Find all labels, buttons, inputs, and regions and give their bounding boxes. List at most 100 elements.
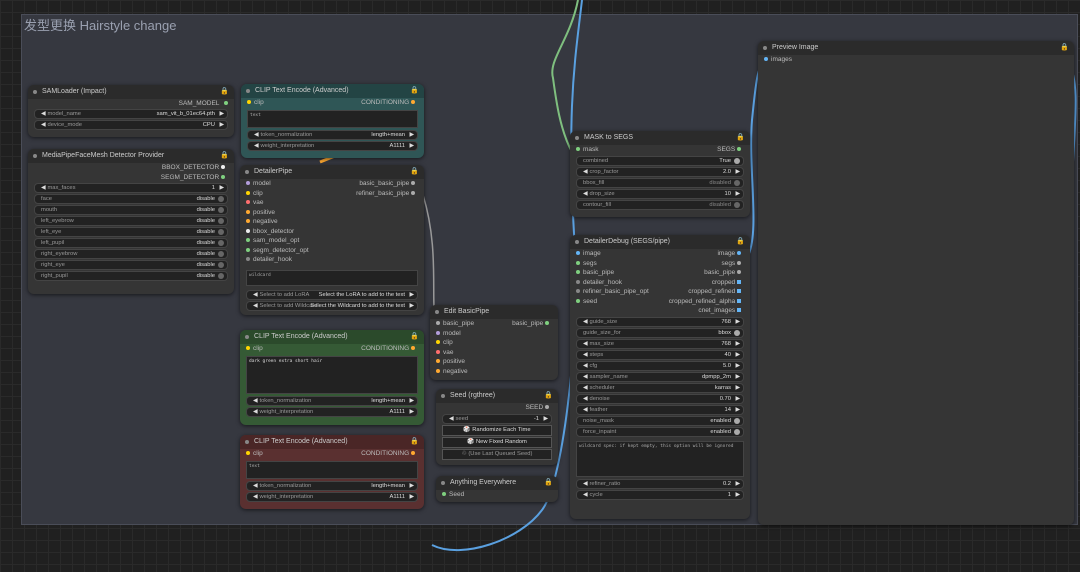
guide-size-stepper[interactable]: ◀ guide_size 768 ▶ [576, 316, 744, 327]
weight-interpretation-combo[interactable]: ◀ weight_interpretation A1111 ▶ [247, 140, 418, 151]
toggle-left-pupil[interactable]: left_pupil disable [34, 238, 228, 248]
negative-socket-icon[interactable] [436, 368, 440, 373]
wildcard-select[interactable]: ◀ Select to add Wildcard Select the Wildca… [246, 300, 418, 311]
clip1-header[interactable]: CLIP Text Encode (Advanced) 🔒 [241, 84, 424, 98]
samloader-header[interactable]: SAMLoader (Impact) 🔒 [28, 85, 234, 99]
output-socket-icon[interactable] [545, 405, 549, 410]
seed-socket-icon[interactable] [442, 492, 446, 497]
combined-toggle[interactable]: combined True [576, 155, 744, 166]
prompt-textarea[interactable]: text [246, 460, 418, 479]
seed-node[interactable]: Seed (rgthree) 🔒 SEED ◀ seed -1 ▶ 🎲 Randomiz… [436, 389, 558, 465]
weight-interpretation-combo[interactable]: ◀ weight_interpretation A1111 ▶ [246, 406, 418, 417]
token-normalization-combo[interactable]: ◀ token_normalization length+mean ▶ [246, 395, 418, 406]
masktosegs-header[interactable]: MASK to SEGS 🔒 [570, 131, 750, 145]
cycle-stepper[interactable]: ◀ cycle 1 ▶ [576, 489, 744, 500]
output-socket-icon[interactable] [411, 451, 415, 456]
clip3-header[interactable]: CLIP Text Encode (Advanced) 🔒 [240, 435, 424, 449]
toggle-face[interactable]: face disable [34, 194, 228, 204]
scheduler-combo[interactable]: ◀ scheduler karras ▶ [576, 382, 744, 393]
segm-socket-icon[interactable] [246, 247, 250, 252]
max-size-stepper[interactable]: ◀ max_size 768 ▶ [576, 338, 744, 349]
wildcard-textarea[interactable]: wildcard [246, 269, 418, 286]
output-socket-icon[interactable] [737, 147, 741, 152]
prompt-textarea[interactable]: text [247, 109, 418, 128]
preview-image-node[interactable]: Preview Image 🔒 images [758, 41, 1074, 525]
detailerpipe-node[interactable]: DetailerPipe 🔒 model basic_basic_pipe clip… [240, 165, 424, 315]
clip-encode-node-2[interactable]: CLIP Text Encode (Advanced) 🔒 clip CONDITI… [240, 330, 424, 425]
output-socket-icon[interactable] [411, 190, 415, 195]
cfg-stepper[interactable]: ◀ cfg 5.0 ▶ [576, 360, 744, 371]
wildcard-spec-textarea[interactable]: wildcard spec: if kept empty, this optio… [576, 440, 744, 477]
contour-fill-toggle[interactable]: contour_fill disabled [576, 199, 744, 210]
lora-select[interactable]: ◀ Select to add LoRA Select the LoRA to ad… [246, 289, 418, 300]
drop-size-stepper[interactable]: ◀ drop_size 10 ▶ [576, 188, 744, 199]
output-socket-icon[interactable] [224, 101, 228, 106]
positive-socket-icon[interactable] [436, 359, 440, 364]
max-faces-stepper[interactable]: ◀ max_faces 1 ▶ [34, 183, 228, 193]
last-queued-seed-button[interactable]: ♲ (Use Last Queued Seed) [442, 448, 552, 460]
steps-stepper[interactable]: ◀ steps 40 ▶ [576, 349, 744, 360]
segs-socket-icon[interactable] [576, 260, 580, 265]
edit-basicpipe-node[interactable]: Edit BasicPipe basic_pipe basic_pipe mode… [430, 305, 558, 380]
output-socket-icon[interactable] [411, 100, 415, 105]
clip2-header[interactable]: CLIP Text Encode (Advanced) 🔒 [240, 330, 424, 344]
mask-socket-icon[interactable] [576, 147, 580, 152]
output-socket-icon[interactable] [545, 321, 549, 326]
output-socket-icon[interactable] [411, 181, 415, 186]
detailerdebug-header[interactable]: DetailerDebug (SEGS/pipe) 🔒 [570, 235, 750, 249]
detailerpipe-header[interactable]: DetailerPipe 🔒 [240, 165, 424, 179]
toggle-mouth[interactable]: mouth disable [34, 205, 228, 215]
output-socket-icon[interactable] [737, 270, 741, 275]
clip-socket-icon[interactable] [246, 190, 250, 195]
force-inpaint-toggle[interactable]: force_inpaint enabled [576, 426, 744, 437]
randomize-button[interactable]: 🎲 Randomize Each Time [442, 424, 552, 436]
toggle-right-eye[interactable]: right_eye disable [34, 260, 228, 270]
output-socket-icon[interactable] [737, 251, 741, 256]
mediapipe-node[interactable]: MediaPipeFaceMesh Detector Provider 🔒 BBO… [28, 149, 234, 294]
refiner-ratio-stepper[interactable]: ◀ refiner_ratio 0.2 ▶ [576, 478, 744, 489]
feather-stepper[interactable]: ◀ feather 14 ▶ [576, 404, 744, 415]
guide-size-for-toggle[interactable]: guide_size_for bbox [576, 327, 744, 338]
vae-socket-icon[interactable] [436, 349, 440, 354]
toggle-right-eyebrow[interactable]: right_eyebrow disable [34, 249, 228, 259]
samloader-node[interactable]: SAMLoader (Impact) 🔒 SAM_MODEL ◀ model_nam… [28, 85, 234, 137]
token-normalization-combo[interactable]: ◀ token_normalization length+mean ▶ [247, 129, 418, 140]
crop-factor-stepper[interactable]: ◀ crop_factor 2.0 ▶ [576, 166, 744, 177]
images-socket-icon[interactable] [764, 57, 768, 62]
clip-socket-icon[interactable] [436, 340, 440, 345]
sampler-name-combo[interactable]: ◀ sampler_name dpmpp_2m ▶ [576, 371, 744, 382]
token-normalization-combo[interactable]: ◀ token_normalization length+mean ▶ [246, 480, 418, 491]
denoise-stepper[interactable]: ◀ denoise 0.70 ▶ [576, 393, 744, 404]
device-mode-combo[interactable]: ◀ device_mode CPU ▶ [34, 120, 228, 130]
clip-input-socket-icon[interactable] [246, 346, 250, 351]
editpipe-header[interactable]: Edit BasicPipe [430, 305, 558, 319]
vae-socket-icon[interactable] [246, 200, 250, 205]
anything-header[interactable]: Anything Everywhere 🔒 [436, 476, 558, 490]
output-socket-icon[interactable] [737, 308, 741, 313]
refiner-socket-icon[interactable] [576, 289, 580, 294]
output-socket-icon[interactable] [411, 346, 415, 351]
sam-socket-icon[interactable] [246, 238, 250, 243]
detailer-debug-node[interactable]: DetailerDebug (SEGS/pipe) 🔒 image image se… [570, 235, 750, 519]
toggle-right-pupil[interactable]: right_pupil disable [34, 271, 228, 281]
seed-stepper[interactable]: ◀ seed -1 ▶ [442, 413, 552, 424]
model-name-combo[interactable]: ◀ model_name sam_vit_b_01ec64.pth ▶ [34, 109, 228, 119]
output-socket-icon[interactable] [737, 279, 741, 284]
positive-socket-icon[interactable] [246, 209, 250, 214]
basic-pipe-socket-icon[interactable] [436, 321, 440, 326]
anything-everywhere-node[interactable]: Anything Everywhere 🔒 Seed [436, 476, 558, 502]
clip-input-socket-icon[interactable] [246, 451, 250, 456]
hook-socket-icon[interactable] [246, 257, 250, 262]
output-socket-icon[interactable] [221, 165, 225, 170]
clip-encode-node-1[interactable]: CLIP Text Encode (Advanced) 🔒 clip CONDITI… [241, 84, 424, 158]
model-socket-icon[interactable] [246, 181, 250, 186]
bbox-socket-icon[interactable] [246, 228, 250, 233]
output-socket-icon[interactable] [737, 260, 741, 265]
toggle-left-eye[interactable]: left_eye disable [34, 227, 228, 237]
hook-socket-icon[interactable] [576, 279, 580, 284]
noise-mask-toggle[interactable]: noise_mask enabled [576, 415, 744, 426]
mediapipe-header[interactable]: MediaPipeFaceMesh Detector Provider 🔒 [28, 149, 234, 163]
prompt-textarea[interactable]: dark green extra short hair [246, 355, 418, 394]
negative-socket-icon[interactable] [246, 219, 250, 224]
new-fixed-random-button[interactable]: 🎲 New Fixed Random [442, 436, 552, 448]
